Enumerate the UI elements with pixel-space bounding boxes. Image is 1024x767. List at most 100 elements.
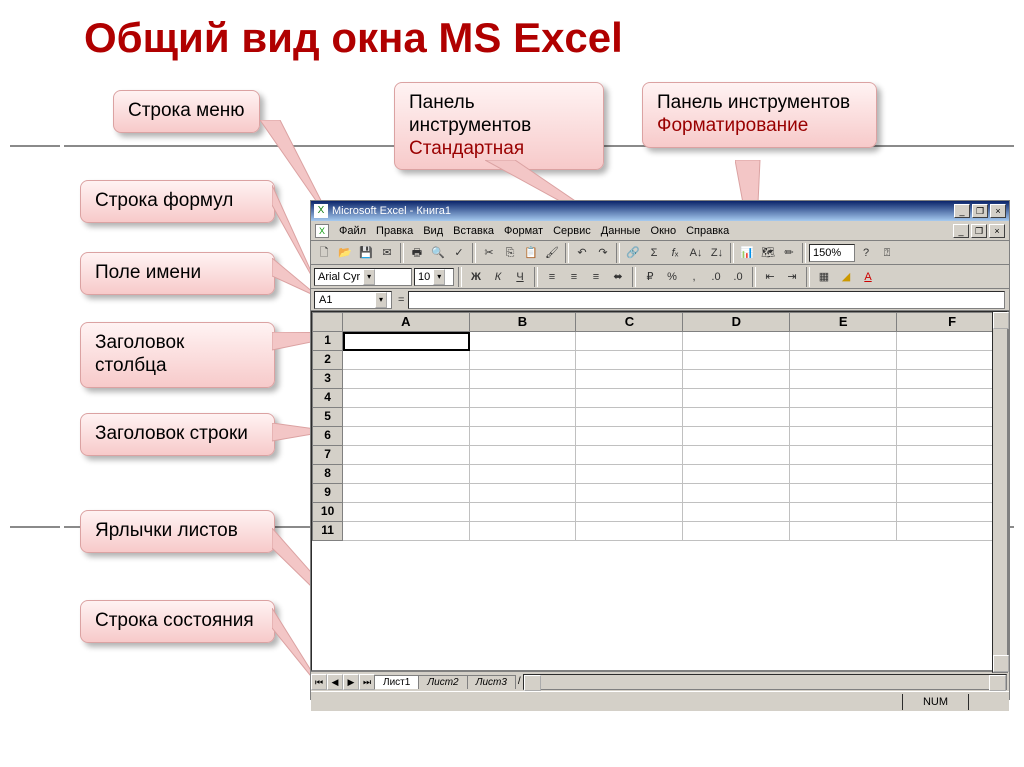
- cell[interactable]: [683, 332, 790, 351]
- hyperlink-icon[interactable]: 🔗: [623, 243, 643, 263]
- formula-input[interactable]: [408, 291, 1005, 309]
- cell[interactable]: [343, 465, 469, 484]
- minimize-button[interactable]: _: [954, 204, 970, 218]
- cell[interactable]: [683, 370, 790, 389]
- select-all-button[interactable]: [312, 312, 343, 332]
- row-header[interactable]: 10: [312, 503, 343, 522]
- cell[interactable]: [576, 503, 683, 522]
- cell[interactable]: [576, 389, 683, 408]
- spellcheck-icon[interactable]: ✓: [449, 243, 469, 263]
- cell[interactable]: [576, 484, 683, 503]
- copy-icon[interactable]: ⎘: [500, 243, 520, 263]
- cell[interactable]: [683, 408, 790, 427]
- cell[interactable]: [470, 408, 577, 427]
- row-header[interactable]: 3: [312, 370, 343, 389]
- row-header[interactable]: 4: [312, 389, 343, 408]
- decrease-decimal-icon[interactable]: .0: [728, 267, 748, 287]
- vertical-scrollbar[interactable]: [992, 311, 1008, 673]
- column-header[interactable]: A: [343, 312, 469, 332]
- sheet-tab-3[interactable]: Лист3: [467, 675, 516, 689]
- row-header[interactable]: 5: [312, 408, 343, 427]
- menu-view[interactable]: Вид: [423, 225, 443, 237]
- redo-icon[interactable]: ↷: [593, 243, 613, 263]
- cell[interactable]: [470, 370, 577, 389]
- cell[interactable]: [790, 332, 897, 351]
- menu-insert[interactable]: Вставка: [453, 225, 494, 237]
- drawing-icon[interactable]: ✏: [779, 243, 799, 263]
- cell[interactable]: [470, 332, 577, 351]
- cell[interactable]: [343, 389, 469, 408]
- cell[interactable]: [343, 427, 469, 446]
- function-icon[interactable]: fₓ: [665, 243, 685, 263]
- name-box[interactable]: A1 ▾: [314, 291, 392, 309]
- new-icon[interactable]: 🗋: [314, 243, 334, 263]
- close-button[interactable]: ×: [990, 204, 1006, 218]
- cell[interactable]: [343, 484, 469, 503]
- cell[interactable]: [790, 389, 897, 408]
- cell[interactable]: [790, 446, 897, 465]
- cell[interactable]: [683, 389, 790, 408]
- tab-nav-last[interactable]: ⏭: [359, 674, 375, 690]
- doc-minimize-button[interactable]: _: [953, 224, 969, 238]
- preview-icon[interactable]: 🔍: [428, 243, 448, 263]
- tab-nav-next[interactable]: ▶: [343, 674, 359, 690]
- cell[interactable]: [343, 522, 469, 541]
- undo-icon[interactable]: ↶: [572, 243, 592, 263]
- cell[interactable]: [683, 351, 790, 370]
- sort-desc-icon[interactable]: Z↓: [707, 243, 727, 263]
- doc-close-button[interactable]: ×: [989, 224, 1005, 238]
- cut-icon[interactable]: ✂: [479, 243, 499, 263]
- cell[interactable]: [576, 446, 683, 465]
- font-size-combo[interactable]: 10 ▾: [414, 268, 454, 286]
- merge-center-icon[interactable]: ⬌: [608, 267, 628, 287]
- row-header[interactable]: 11: [312, 522, 343, 541]
- cell[interactable]: [470, 465, 577, 484]
- menu-format[interactable]: Формат: [504, 225, 543, 237]
- cell[interactable]: [343, 408, 469, 427]
- format-painter-icon[interactable]: 🖌: [542, 243, 562, 263]
- font-name-combo[interactable]: Arial Cyr ▾: [314, 268, 412, 286]
- chart-icon[interactable]: 📊: [737, 243, 757, 263]
- menu-window[interactable]: Окно: [651, 225, 677, 237]
- save-icon[interactable]: 💾: [356, 243, 376, 263]
- cell[interactable]: [790, 408, 897, 427]
- autosum-icon[interactable]: Σ: [644, 243, 664, 263]
- column-header[interactable]: B: [470, 312, 577, 332]
- sheet-tab-2[interactable]: Лист2: [418, 675, 467, 689]
- tab-nav-prev[interactable]: ◀: [327, 674, 343, 690]
- cell[interactable]: [470, 503, 577, 522]
- cell[interactable]: [683, 427, 790, 446]
- cell[interactable]: [470, 484, 577, 503]
- row-header[interactable]: 6: [312, 427, 343, 446]
- cell[interactable]: [470, 389, 577, 408]
- align-center-icon[interactable]: ≡: [564, 267, 584, 287]
- fill-color-icon[interactable]: ◢: [836, 267, 856, 287]
- increase-decimal-icon[interactable]: .0: [706, 267, 726, 287]
- row-header[interactable]: 8: [312, 465, 343, 484]
- cell[interactable]: [790, 351, 897, 370]
- cell[interactable]: [576, 332, 683, 351]
- cell[interactable]: [790, 427, 897, 446]
- sheet-tab-1[interactable]: Лист1: [374, 675, 419, 689]
- currency-icon[interactable]: ₽: [640, 267, 660, 287]
- sort-asc-icon[interactable]: A↓: [686, 243, 706, 263]
- cell[interactable]: [576, 408, 683, 427]
- cell[interactable]: [683, 522, 790, 541]
- cell[interactable]: [470, 446, 577, 465]
- row-header[interactable]: 9: [312, 484, 343, 503]
- row-header[interactable]: 7: [312, 446, 343, 465]
- increase-indent-icon[interactable]: ⇥: [782, 267, 802, 287]
- italic-icon[interactable]: К: [488, 267, 508, 287]
- column-header[interactable]: E: [790, 312, 897, 332]
- cell[interactable]: [470, 427, 577, 446]
- cell[interactable]: [343, 351, 469, 370]
- cell[interactable]: [683, 503, 790, 522]
- cell[interactable]: [683, 484, 790, 503]
- font-color-icon[interactable]: A: [858, 267, 878, 287]
- cell[interactable]: [470, 351, 577, 370]
- mail-icon[interactable]: ✉: [377, 243, 397, 263]
- menu-help[interactable]: Справка: [686, 225, 729, 237]
- paste-icon[interactable]: 📋: [521, 243, 541, 263]
- cell[interactable]: [790, 370, 897, 389]
- cell[interactable]: [576, 522, 683, 541]
